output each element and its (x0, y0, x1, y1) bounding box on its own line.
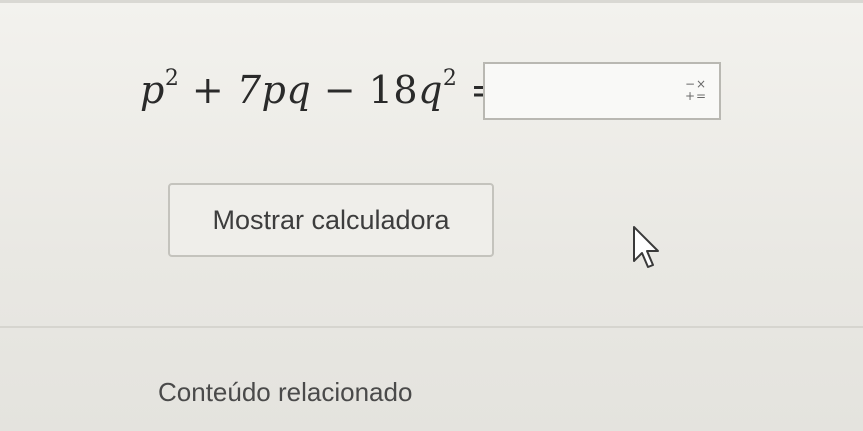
equation-minus: − (323, 68, 357, 112)
math-keypad-icon[interactable]: −× += (681, 78, 711, 108)
show-calculator-label: Mostrar calculadora (212, 204, 450, 235)
equation-term3-var: q (418, 68, 443, 112)
equation-term3-exp: 2 (442, 66, 458, 91)
equation-plus: + (191, 68, 225, 112)
equation-term1-var: p (140, 68, 165, 112)
keypad-icon-row2: += (684, 89, 708, 103)
equation-row: p2 + 7pq − 18q2 = −× += (140, 62, 730, 124)
equation-term1-exp: 2 (164, 66, 180, 91)
exercise-page: p2 + 7pq − 18q2 = −× += Mostrar calculad… (0, 0, 863, 431)
equation: p2 + 7pq − 18q2 = (140, 66, 502, 112)
related-content-heading: Conteúdo relacionado (158, 377, 413, 407)
equation-term2: 7pq (236, 68, 312, 112)
answer-input[interactable] (493, 72, 667, 112)
equation-term3-coef: 18 (368, 68, 419, 112)
answer-field[interactable]: −× += (483, 62, 721, 120)
mouse-pointer-icon (633, 226, 659, 268)
top-divider (0, 0, 863, 3)
show-calculator-button[interactable]: Mostrar calculadora (168, 183, 494, 257)
section-divider (0, 326, 863, 328)
